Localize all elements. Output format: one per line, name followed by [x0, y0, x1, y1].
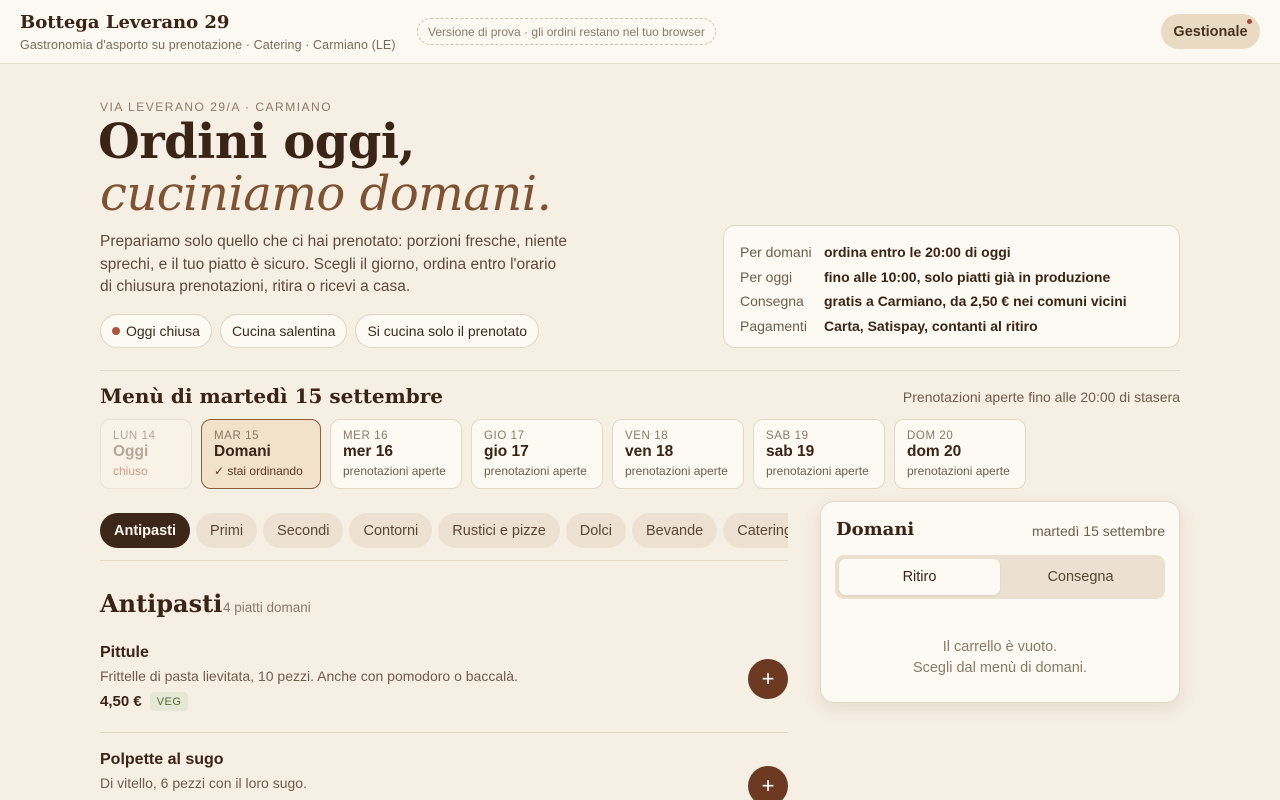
tab-antipasti[interactable]: Antipasti: [100, 513, 191, 548]
chip-status: Oggi chiusa: [100, 314, 212, 348]
manage-button-label: Gestionale: [1173, 23, 1248, 40]
day-name: Domani: [214, 443, 271, 460]
dish-item: Polpette al sugo Di vitello, 6 pezzi con…: [100, 751, 788, 800]
cart-panel: Domani martedì 15 settembre Ritiro Conse…: [820, 501, 1180, 703]
day-card-sab-19[interactable]: SAB 19 sab 19 prenotazioni aperte: [753, 419, 885, 489]
tab-dolci[interactable]: Dolci: [565, 513, 626, 548]
day-card-mer-16[interactable]: MER 16 mer 16 prenotazioni aperte: [330, 419, 462, 489]
section-count: 4 piatti domani: [223, 600, 311, 615]
mode-consegna[interactable]: Consegna: [1000, 559, 1161, 595]
tab-rustici-e-pizze[interactable]: Rustici e pizze: [438, 513, 560, 548]
day-name: dom 20: [907, 443, 962, 460]
tab-secondi[interactable]: Secondi: [263, 513, 344, 548]
hero-chips: Oggi chiusa Cucina salentina Si cucina s…: [100, 314, 539, 348]
category-tabs[interactable]: Antipasti Primi Secondi Contorni Rustici…: [100, 513, 788, 549]
chip-label: Si cucina solo il prenotato: [367, 323, 527, 339]
day-abbr: MAR 15: [214, 430, 260, 442]
cart-title: Domani: [836, 519, 915, 540]
section-divider: [100, 370, 1180, 371]
info-key: Per domani: [740, 244, 812, 261]
day-status: ✓ stai ordinando: [214, 464, 303, 478]
menu-title: Menù di martedì 15 settembre: [100, 384, 444, 408]
info-value: ordina entro le 20:00 di oggi: [824, 244, 1011, 261]
delivery-mode-toggle: Ritiro Consegna: [835, 555, 1165, 599]
info-row: Per oggi fino alle 10:00, solo piatti gi…: [740, 265, 1163, 290]
day-card-ven-18[interactable]: VEN 18 ven 18 prenotazioni aperte: [612, 419, 744, 489]
day-card-dom-20[interactable]: DOM 20 dom 20 prenotazioni aperte: [894, 419, 1026, 489]
day-name: ven 18: [625, 443, 674, 460]
mode-ritiro[interactable]: Ritiro: [839, 559, 1000, 595]
day-card-lun-14: LUN 14 Oggi chiuso: [100, 419, 192, 489]
tab-bevande[interactable]: Bevande: [632, 513, 718, 548]
info-row: Per domani ordina entro le 20:00 di oggi: [740, 240, 1163, 265]
day-name: sab 19: [766, 443, 815, 460]
chip-label: Oggi chiusa: [126, 323, 200, 339]
info-value: fino alle 10:00, solo piatti già in prod…: [824, 268, 1111, 285]
cart-empty-line: Scegli dal menù di domani.: [912, 660, 1088, 676]
day-abbr: DOM 20: [907, 430, 954, 442]
top-bar: Bottega Leverano 29 Gastronomia d'asport…: [0, 0, 1280, 64]
day-card-gio-17[interactable]: GIO 17 gio 17 prenotazioni aperte: [471, 419, 603, 489]
dish-description: Frittelle di pasta lievitata, 10 pezzi. …: [100, 668, 518, 684]
day-abbr: VEN 18: [625, 430, 669, 442]
info-card: Per domani ordina entro le 20:00 di oggi…: [723, 225, 1180, 348]
info-row: Consegna gratis a Carmiano, da 2,50 € ne…: [740, 289, 1163, 314]
info-value: Carta, Satispay, contanti al ritiro: [824, 317, 1038, 334]
info-value: gratis a Carmiano, da 2,50 € nei comuni …: [824, 293, 1127, 310]
hero-description: Prepariamo solo quello che ci hai prenot…: [100, 233, 567, 295]
hero-headline-italic: cuciniamo domani.: [100, 166, 552, 222]
info-key: Consegna: [740, 293, 804, 310]
day-abbr: LUN 14: [113, 430, 156, 442]
notification-dot-icon: [1247, 19, 1252, 24]
day-name: Oggi: [113, 443, 149, 460]
day-selector: LUN 14 Oggi chiuso MAR 15 Domani ✓ stai …: [100, 419, 1026, 489]
dish-name: Polpette al sugo: [100, 751, 224, 768]
tabs-divider: [100, 560, 788, 561]
tab-catering[interactable]: Catering: [723, 513, 788, 548]
day-card-mar-15[interactable]: MAR 15 Domani ✓ stai ordinando: [201, 419, 321, 489]
cart-empty-line: Il carrello è vuoto.: [942, 639, 1058, 655]
day-name: gio 17: [484, 443, 529, 460]
cart-empty-message: Il carrello è vuoto. Scegli dal menù di …: [821, 637, 1179, 679]
day-abbr: SAB 19: [766, 430, 809, 442]
info-key: Per oggi: [740, 268, 793, 285]
day-abbr: MER 16: [343, 430, 389, 442]
brand-tagline: Gastronomia d'asporto su prenotazione · …: [20, 38, 396, 52]
tab-primi[interactable]: Primi: [196, 513, 258, 548]
chip-label: Cucina salentina: [231, 323, 336, 339]
tab-contorni[interactable]: Contorni: [349, 513, 433, 548]
manage-button[interactable]: Gestionale: [1161, 14, 1260, 49]
dish-description: Di vitello, 6 pezzi con il loro sugo.: [100, 775, 307, 791]
hero-headline: Ordini oggi,: [98, 114, 415, 170]
dish-item: Pittule Frittelle di pasta lievitata, 10…: [100, 644, 788, 720]
dish-divider: [100, 732, 788, 733]
day-name: mer 16: [343, 443, 393, 460]
dish-price: 4,50 €: [100, 693, 142, 710]
brand-name[interactable]: Bottega Leverano 29: [20, 12, 229, 33]
dish-name: Pittule: [100, 644, 149, 661]
day-status: prenotazioni aperte: [484, 464, 587, 478]
day-status: chiuso: [113, 464, 148, 478]
add-to-cart-button[interactable]: +: [748, 659, 788, 699]
day-abbr: GIO 17: [484, 430, 525, 442]
chip-cuisine: Cucina salentina: [219, 314, 348, 348]
day-status: prenotazioni aperte: [625, 464, 728, 478]
info-key: Pagamenti: [740, 317, 807, 334]
section-title: Antipasti: [100, 589, 223, 618]
day-status: prenotazioni aperte: [907, 464, 1010, 478]
add-to-cart-button[interactable]: +: [748, 766, 788, 800]
chip-policy: Si cucina solo il prenotato: [355, 314, 539, 348]
day-status: prenotazioni aperte: [766, 464, 869, 478]
status-dot-icon: [112, 327, 120, 335]
booking-note: Prenotazioni aperte fino alle 20:00 di s…: [902, 389, 1180, 405]
day-status: prenotazioni aperte: [343, 464, 446, 478]
address-eyebrow: VIA LEVERANO 29/A · CARMIANO: [100, 100, 333, 114]
trial-notice: Versione di prova · gli ordini restano n…: [417, 18, 716, 45]
dish-price-row: 4,50 € VEG: [100, 692, 788, 711]
veg-badge: VEG: [149, 692, 189, 711]
info-row: Pagamenti Carta, Satispay, contanti al r…: [740, 314, 1163, 339]
cart-date: martedì 15 settembre: [1031, 523, 1165, 539]
